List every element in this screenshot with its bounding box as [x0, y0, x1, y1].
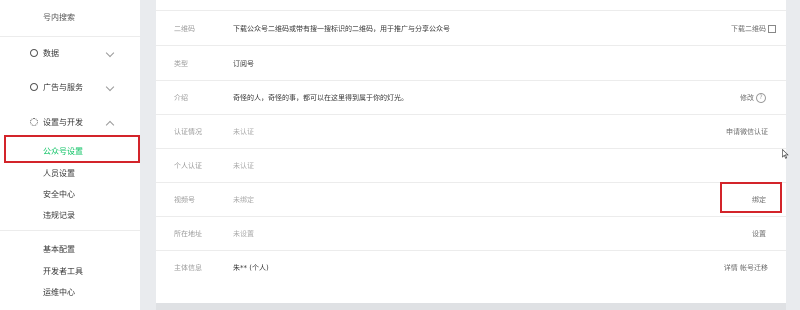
row-value: 未认证	[233, 162, 254, 170]
settings-row-entity-info: 主体信息 朱** (个人) 详情 帐号迁移	[156, 250, 786, 284]
sidebar-divider	[0, 36, 140, 37]
row-label: 视频号	[174, 196, 195, 204]
row-value: 下载公众号二维码或带有搜一搜标识的二维码，用于推广与分享公众号	[233, 25, 450, 33]
settings-row-personal-verification: 个人认证 未认证	[156, 148, 786, 183]
ad-service-icon	[30, 83, 38, 91]
settings-row-address: 所在地址 未设置 设置	[156, 216, 786, 251]
sidebar-section-data[interactable]: 数据	[0, 48, 140, 62]
help-icon[interactable]: ?	[756, 93, 766, 103]
entity-details-migrate-link[interactable]: 详情 帐号迁移	[724, 263, 768, 273]
row-value: 朱** (个人)	[233, 264, 269, 272]
sidebar-divider	[0, 230, 140, 231]
settings-row-channels: 视频号 未绑定 绑定	[156, 182, 786, 217]
gear-icon	[30, 118, 38, 126]
qrcode-icon	[768, 25, 776, 33]
row-value: 未绑定	[233, 196, 254, 204]
sidebar-section-settings-dev[interactable]: 设置与开发	[0, 117, 140, 131]
row-label: 所在地址	[174, 230, 202, 238]
apply-verification-link[interactable]: 申请微信认证	[726, 127, 768, 137]
sidebar-item-in-account-search[interactable]: 号内搜索	[43, 12, 75, 23]
row-label: 介绍	[174, 94, 188, 102]
row-label: 个人认证	[174, 162, 202, 170]
chevron-down-icon	[105, 82, 115, 92]
page-bottom-strip	[156, 303, 786, 310]
chevron-up-icon	[105, 120, 115, 130]
chevron-down-icon	[105, 48, 115, 58]
settings-row-intro: 介绍 奇怪的人，奇怪的事，都可以在这里得到属于你的灯光。 修改 ?	[156, 80, 786, 115]
sidebar-section-label: 广告与服务	[43, 83, 83, 92]
settings-panel: 二维码 下载公众号二维码或带有搜一搜标识的二维码，用于推广与分享公众号 下载二维…	[156, 0, 789, 303]
highlight-box-account-settings	[4, 135, 140, 163]
settings-row-type: 类型 订阅号	[156, 46, 786, 81]
set-address-link[interactable]: 设置	[752, 229, 766, 239]
clock-icon	[30, 49, 38, 57]
sidebar-section-label: 数据	[43, 49, 59, 58]
row-value: 未设置	[233, 230, 254, 238]
row-label: 认证情况	[174, 128, 202, 136]
sidebar-section-ads-services[interactable]: 广告与服务	[0, 82, 140, 96]
sidebar-item-staff-settings[interactable]: 人员设置	[43, 168, 75, 179]
row-label: 二维码	[174, 25, 195, 33]
download-qrcode-link[interactable]: 下载二维码	[731, 24, 766, 34]
sidebar-item-security-center[interactable]: 安全中心	[43, 189, 75, 200]
highlight-box-bind	[720, 182, 782, 213]
row-value: 未认证	[233, 128, 254, 136]
settings-row-verification: 认证情况 未认证 申请微信认证	[156, 114, 786, 149]
mouse-cursor-icon	[782, 149, 789, 159]
sidebar-item-basic-config[interactable]: 基本配置	[43, 244, 75, 255]
sidebar-section-label: 设置与开发	[43, 118, 83, 127]
sidebar-item-ops-center[interactable]: 运维中心	[43, 287, 75, 298]
settings-row-qrcode: 二维码 下载公众号二维码或带有搜一搜标识的二维码，用于推广与分享公众号 下载二维…	[156, 11, 786, 46]
row-label: 类型	[174, 60, 188, 68]
sidebar-item-violation-records[interactable]: 违规记录	[43, 210, 75, 221]
row-value: 订阅号	[233, 60, 254, 68]
row-value: 奇怪的人，奇怪的事，都可以在这里得到属于你的灯光。	[233, 94, 408, 102]
sidebar-item-dev-tools[interactable]: 开发者工具	[43, 266, 83, 277]
row-label: 主体信息	[174, 264, 202, 272]
edit-intro-link[interactable]: 修改	[740, 93, 754, 103]
sidebar: 号内搜索 数据 广告与服务 设置与开发 公众号设置 人员设置 安全中心 违规记录…	[0, 0, 140, 310]
